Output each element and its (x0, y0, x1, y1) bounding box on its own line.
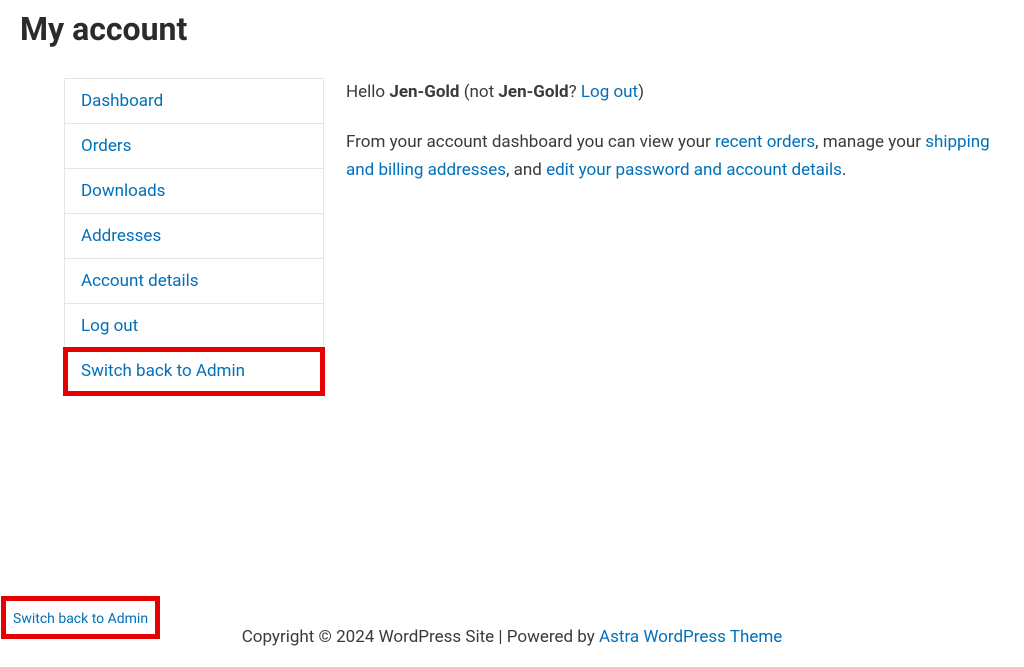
greeting-not-open: (not (460, 82, 499, 102)
nav-item-addresses: Addresses (65, 214, 323, 259)
page-title: My account (20, 10, 1024, 48)
nav-link-dashboard[interactable]: Dashboard (65, 79, 323, 123)
logout-link[interactable]: Log out (581, 82, 638, 102)
greeting-username: Jen-Gold (389, 82, 459, 102)
nav-item-downloads: Downloads (65, 169, 323, 214)
nav-link-downloads[interactable]: Downloads (65, 169, 323, 213)
nav-link-logout[interactable]: Log out (65, 304, 323, 348)
nav-item-account-details: Account details (65, 259, 323, 304)
footer-copyright: Copyright © 2024 WordPress Site | Powere… (242, 627, 599, 647)
footer-theme-link[interactable]: Astra WordPress Theme (599, 627, 782, 647)
desc-line1: From your account dashboard you can view… (346, 132, 715, 152)
dashboard-description: From your account dashboard you can view… (346, 128, 1004, 184)
account-nav: Dashboard Orders Downloads Addresses Acc… (64, 78, 324, 394)
nav-link-orders[interactable]: Orders (65, 124, 323, 168)
nav-link-addresses[interactable]: Addresses (65, 214, 323, 258)
footer: Copyright © 2024 WordPress Site | Powere… (0, 627, 1024, 647)
nav-item-orders: Orders (65, 124, 323, 169)
nav-link-switch-back[interactable]: Switch back to Admin (65, 349, 323, 393)
desc-line3: , and (506, 160, 546, 180)
main-content: Hello Jen-Gold (not Jen-Gold? Log out) F… (324, 78, 1004, 394)
content-wrap: Dashboard Orders Downloads Addresses Acc… (0, 78, 1024, 394)
desc-period: . (842, 160, 846, 180)
greeting-prefix: Hello (346, 82, 389, 102)
nav-item-switch-back: Switch back to Admin (65, 349, 323, 394)
greeting-question: ? (569, 82, 581, 102)
nav-item-dashboard: Dashboard (65, 79, 323, 124)
greeting-not-username: Jen-Gold (498, 82, 568, 102)
greeting-close: ) (638, 82, 644, 102)
greeting-text: Hello Jen-Gold (not Jen-Gold? Log out) (346, 78, 1004, 106)
nav-link-account-details[interactable]: Account details (65, 259, 323, 303)
edit-details-link[interactable]: edit your password and account details (546, 160, 842, 180)
nav-item-logout: Log out (65, 304, 323, 349)
footer-switch-link[interactable]: Switch back to Admin (13, 611, 148, 627)
desc-line2: , manage your (815, 132, 925, 152)
recent-orders-link[interactable]: recent orders (715, 132, 815, 152)
